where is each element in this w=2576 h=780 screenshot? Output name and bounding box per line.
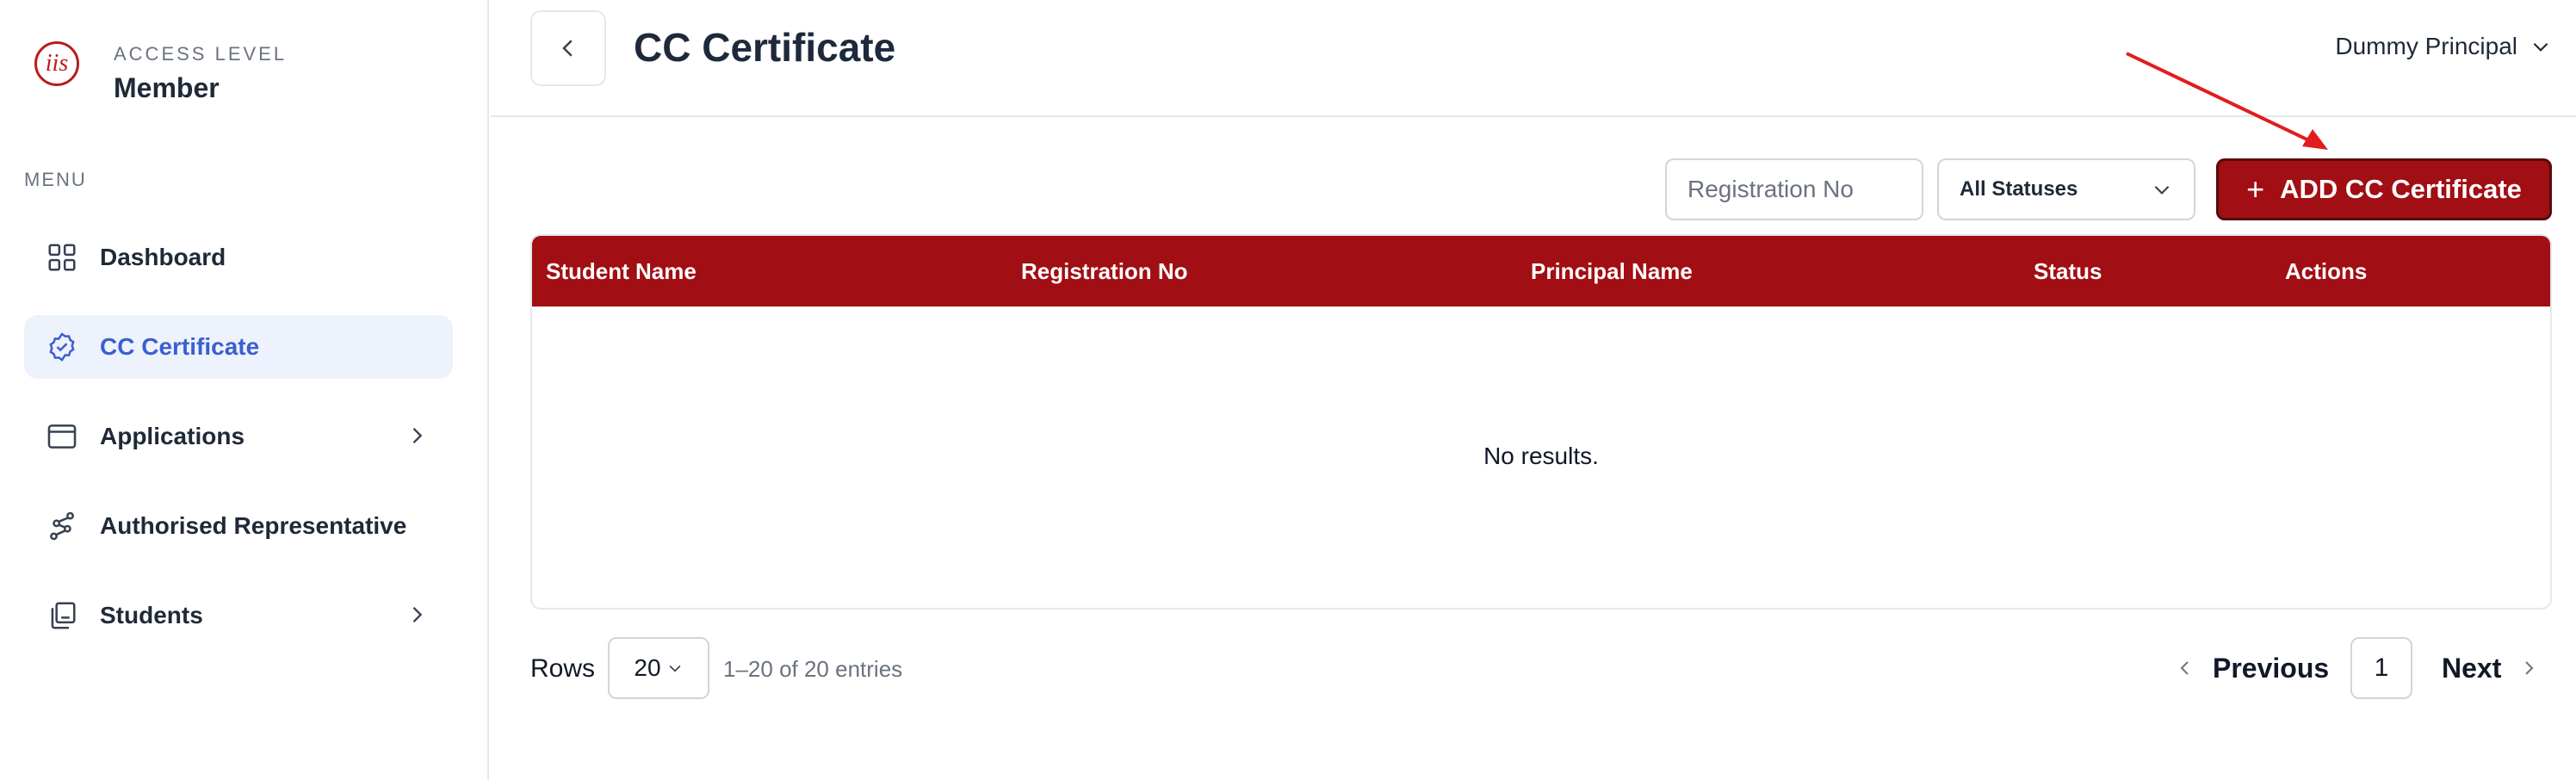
entries-count: 1–20 of 20 entries: [723, 656, 903, 682]
column-header-status[interactable]: Status: [2034, 258, 2102, 285]
sidebar-item-students[interactable]: Students: [24, 584, 453, 647]
access-level-value: Member: [114, 72, 220, 103]
sidebar-item-label: Applications: [100, 423, 245, 449]
status-filter-value: All Statuses: [1960, 177, 2078, 201]
table-header: Student Name Registration No Principal N…: [532, 236, 2550, 306]
certificates-table: Student Name Registration No Principal N…: [530, 234, 2552, 610]
column-header-student-name[interactable]: Student Name: [546, 258, 697, 285]
previous-page-button[interactable]: Previous: [2175, 639, 2329, 697]
status-filter-select[interactable]: All Statuses: [1937, 158, 2195, 220]
logo: iis: [34, 41, 79, 86]
registration-search-input[interactable]: [1665, 158, 1923, 220]
chevron-left-icon: [2180, 661, 2189, 675]
add-cc-certificate-label: ADD CC Certificate: [2280, 174, 2522, 204]
next-label: Next: [2442, 652, 2502, 684]
column-header-principal-name[interactable]: Principal Name: [1531, 258, 1693, 285]
empty-state-message: No results.: [1483, 443, 1599, 469]
add-cc-certificate-button[interactable]: + ADD CC Certificate: [2216, 158, 2552, 220]
column-header-actions: Actions: [2285, 258, 2368, 284]
access-level-block: ACCESS LEVEL Member: [114, 41, 287, 104]
chevron-down-icon: [2533, 42, 2548, 52]
sidebar-item-label: Students: [100, 602, 203, 628]
sidebar-item-label: Authorised Representative: [100, 512, 407, 539]
menu-label: MENU: [24, 169, 87, 190]
sidebar-item-label: CC Certificate: [100, 333, 260, 360]
window-icon: [45, 419, 79, 454]
chevron-right-icon: [412, 428, 423, 443]
sidebar: iis ACCESS LEVEL Member MENU Dashboard C…: [0, 0, 489, 780]
column-header-registration-no[interactable]: Registration No: [1021, 258, 1188, 285]
chevron-right-icon: [412, 607, 423, 622]
chevron-right-icon: [2525, 661, 2534, 675]
brand: iis ACCESS LEVEL Member: [34, 41, 284, 103]
badge-check-icon: [45, 330, 79, 364]
page-header: CC Certificate Dummy Principal: [491, 0, 2576, 117]
rows-per-page-value: 20: [634, 654, 661, 681]
grid-icon: [45, 240, 79, 275]
sidebar-item-authorised-representative[interactable]: Authorised Representative: [24, 494, 453, 558]
chevron-left-icon: [562, 40, 573, 57]
sidebar-item-applications[interactable]: Applications: [24, 405, 453, 468]
next-page-button[interactable]: Next: [2442, 639, 2539, 697]
sidebar-item-label: Dashboard: [100, 244, 226, 270]
chevron-down-icon: [669, 665, 681, 672]
page-number-button[interactable]: 1: [2350, 637, 2412, 699]
copy-icon: [45, 598, 79, 633]
back-button[interactable]: [530, 10, 606, 86]
user-name: Dummy Principal: [2335, 33, 2517, 59]
route-icon: [45, 509, 79, 543]
rows-per-page-label: Rows: [530, 654, 596, 683]
rows-per-page-select[interactable]: 20: [608, 637, 709, 699]
sidebar-item-cc-certificate[interactable]: CC Certificate: [24, 315, 453, 379]
page-title: CC Certificate: [634, 25, 896, 70]
chevron-down-icon: [2154, 185, 2170, 195]
previous-label: Previous: [2213, 652, 2330, 684]
access-level-label: ACCESS LEVEL: [114, 43, 288, 65]
user-menu[interactable]: Dummy Principal: [2335, 33, 2552, 60]
plus-icon: +: [2246, 171, 2265, 207]
sidebar-item-dashboard[interactable]: Dashboard: [24, 226, 453, 289]
